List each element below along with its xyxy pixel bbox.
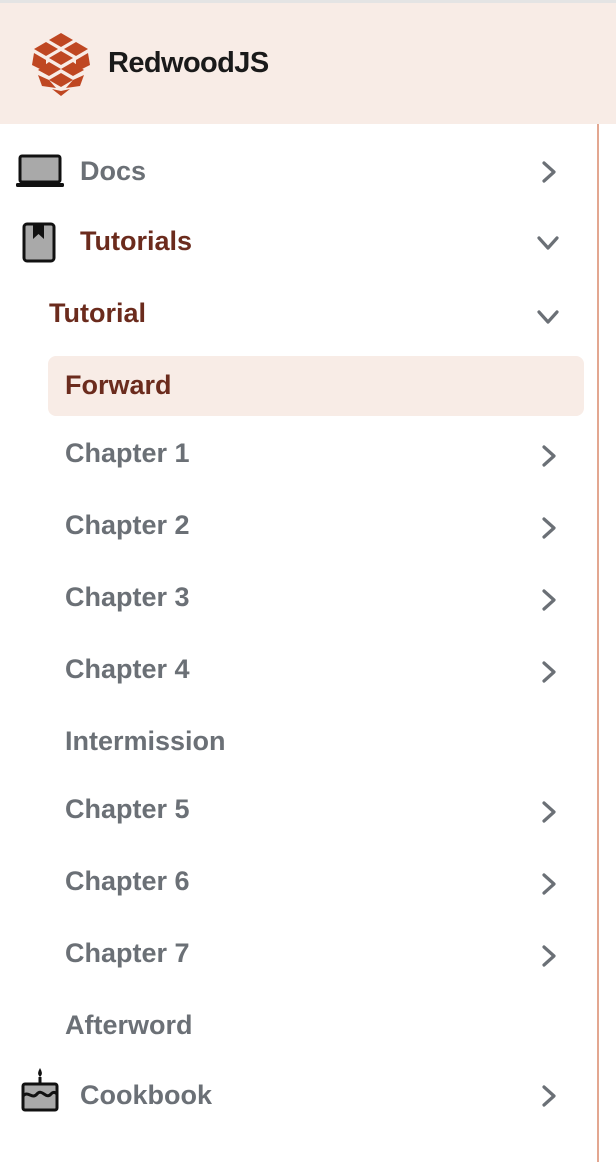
sidebar-item-chapter-2[interactable]: Chapter 2 xyxy=(0,496,598,560)
sidebar-item-label: Cookbook xyxy=(80,1080,212,1110)
sidebar-item-tutorials[interactable]: Tutorials xyxy=(0,210,598,274)
chevron-right-icon xyxy=(542,517,556,539)
chevron-down-icon xyxy=(537,310,559,324)
chevron-right-icon xyxy=(542,161,556,183)
sidebar-item-chapter-7[interactable]: Chapter 7 xyxy=(0,924,598,988)
chevron-right-icon xyxy=(542,589,556,611)
sidebar-item-label: Chapter 2 xyxy=(65,510,190,540)
sidebar-item-label: Chapter 7 xyxy=(65,938,190,968)
section-label: Tutorial xyxy=(49,298,146,328)
brand-name: RedwoodJS xyxy=(108,47,269,79)
cake-icon xyxy=(21,1068,59,1112)
sidebar-item-afterword[interactable]: Afterword xyxy=(0,996,598,1060)
sidebar-item-docs[interactable]: Docs xyxy=(0,140,598,204)
sidebar-item-chapter-4[interactable]: Chapter 4 xyxy=(0,640,598,704)
sidebar-item-label: Chapter 3 xyxy=(65,582,190,612)
chevron-right-icon xyxy=(542,873,556,895)
sidebar-item-chapter-6[interactable]: Chapter 6 xyxy=(0,852,598,916)
chevron-right-icon xyxy=(542,661,556,683)
sidebar-item-label: Docs xyxy=(80,156,147,186)
sidebar-item-label: Chapter 5 xyxy=(65,794,190,824)
sidebar-item-forward[interactable]: Forward xyxy=(0,356,598,416)
sidebar-item-intermission[interactable]: Intermission xyxy=(0,712,598,776)
chevron-right-icon xyxy=(542,445,556,467)
sidebar-item-chapter-1[interactable]: Chapter 1 xyxy=(0,424,598,488)
sidebar-item-label: Afterword xyxy=(65,1010,193,1040)
sidebar-item-label: Intermission xyxy=(65,726,226,756)
header: RedwoodJS xyxy=(0,3,616,124)
home-link[interactable]: RedwoodJS xyxy=(0,3,320,124)
laptop-icon xyxy=(16,154,64,187)
sidebar-item-chapter-3[interactable]: Chapter 3 xyxy=(0,568,598,632)
chevron-right-icon xyxy=(542,1085,556,1107)
sidebar-item-cookbook[interactable]: Cookbook xyxy=(0,1064,598,1128)
sidebar-section-tutorial[interactable]: Tutorial xyxy=(0,282,598,346)
book-icon xyxy=(22,222,56,263)
chevron-right-icon xyxy=(542,801,556,823)
chevron-down-icon xyxy=(537,236,559,250)
sidebar-item-label: Chapter 1 xyxy=(65,438,190,468)
redwood-logo-icon xyxy=(32,33,90,96)
sidebar-item-label: Tutorials xyxy=(80,226,193,256)
sidebar-item-chapter-5[interactable]: Chapter 5 xyxy=(0,780,598,844)
sidebar-item-label: Forward xyxy=(65,370,172,400)
sidebar-item-label: Chapter 6 xyxy=(65,866,190,896)
chevron-right-icon xyxy=(542,945,556,967)
sidebar-item-label: Chapter 4 xyxy=(65,654,190,684)
